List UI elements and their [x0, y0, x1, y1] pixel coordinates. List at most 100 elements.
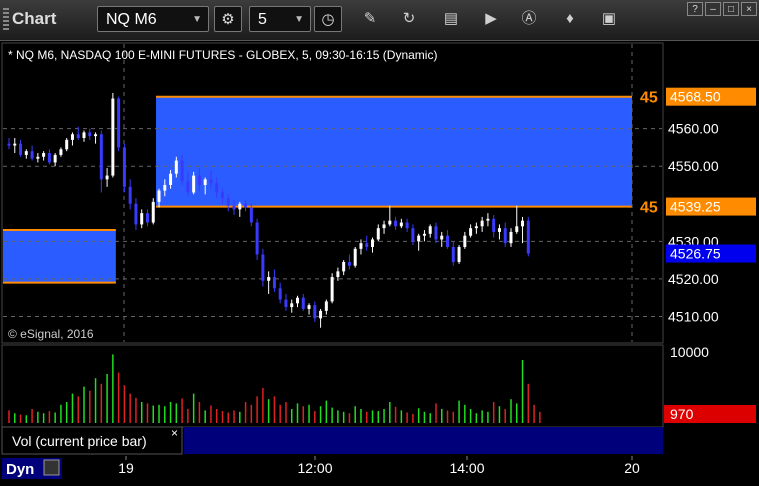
chart-header: * NQ M6, NASDAQ 100 E-MINI FUTURES - GLO…: [8, 48, 437, 62]
candle-body: [342, 261, 346, 272]
alert-icon[interactable]: Ⓐ: [516, 6, 542, 32]
candle-body: [53, 154, 57, 163]
price-chart[interactable]: * NQ M6, NASDAQ 100 E-MINI FUTURES - GLO…: [0, 41, 759, 456]
candle-body: [82, 132, 86, 139]
candle-body: [330, 277, 334, 302]
maximize-button[interactable]: □: [723, 2, 739, 16]
candle-body: [301, 297, 305, 309]
candle-body: [255, 222, 259, 255]
candle-body: [440, 235, 444, 240]
candle-body: [7, 143, 11, 146]
candle-body: [99, 134, 103, 180]
price-marker: 45: [640, 90, 658, 107]
candle-body: [226, 198, 230, 206]
indicator-tab-label: Vol (current price bar): [12, 433, 147, 449]
clock-icon[interactable]: ◷: [314, 6, 342, 32]
candle-body: [371, 239, 375, 247]
drag-grip[interactable]: [3, 8, 9, 30]
candle-body: [486, 218, 490, 221]
lock-icon[interactable]: [43, 459, 60, 476]
candle-body: [13, 143, 17, 146]
candle-body: [521, 220, 525, 227]
interval-select[interactable]: 5 ▼: [249, 6, 311, 32]
candle-body: [492, 218, 496, 232]
candle-body: [249, 207, 253, 223]
candle-body: [394, 220, 398, 227]
candle-body: [128, 186, 132, 204]
candle-body: [313, 305, 317, 319]
price-label-text: 4568.50: [670, 89, 721, 105]
gear-icon[interactable]: ⚙: [214, 6, 242, 32]
candle-body: [174, 160, 178, 174]
candle-body: [145, 213, 149, 223]
candle-body: [463, 235, 467, 247]
candle-body: [209, 179, 213, 184]
window-title: Chart: [12, 9, 57, 28]
chevron-down-icon: ▼: [192, 14, 202, 25]
formula-icon[interactable]: ▤: [438, 6, 464, 32]
volume-top-label: 10000: [670, 344, 709, 360]
tag-icon[interactable]: ♦: [557, 6, 583, 32]
window-icon[interactable]: ▣: [596, 6, 622, 32]
help-button[interactable]: ?: [687, 2, 703, 16]
candle-body: [267, 277, 271, 281]
candle-body: [272, 277, 276, 289]
close-button[interactable]: ×: [741, 2, 757, 16]
zone-1: [3, 230, 116, 283]
candle-body: [480, 220, 484, 227]
candle-body: [169, 173, 173, 185]
time-axis: Dyn 19 12:00 14:00 20: [0, 456, 759, 481]
candle-body: [474, 226, 478, 229]
watermark: © eSignal, 2016: [8, 327, 94, 341]
candle-body: [411, 228, 415, 242]
candle-body: [180, 160, 184, 182]
chart-window: Chart NQ M6 ▼ ⚙ 5 ▼ ◷ ✎ ↻ ▤ ▶ Ⓐ ♦ ▣ ? – …: [0, 0, 759, 481]
candle-body: [278, 288, 282, 300]
candle-body: [105, 175, 109, 180]
x-tick-label: 12:00: [297, 460, 332, 476]
play-icon[interactable]: ▶: [478, 6, 504, 32]
candle-body: [422, 233, 426, 236]
candle-body: [47, 153, 51, 163]
candle-body: [451, 246, 455, 262]
candle-body: [192, 175, 196, 193]
candle-body: [19, 143, 23, 155]
candle-body: [70, 134, 74, 140]
candle-body: [36, 156, 40, 159]
y-tick-label: 4560.00: [668, 121, 719, 137]
candle-body: [457, 246, 461, 262]
candle-body: [244, 203, 248, 208]
interval-value: 5: [258, 11, 267, 28]
candle-body: [134, 203, 138, 225]
candle-body: [382, 224, 386, 229]
symbol-value: NQ M6: [106, 11, 157, 28]
candle-body: [526, 220, 530, 254]
candle-body: [446, 235, 450, 247]
symbol-select[interactable]: NQ M6 ▼: [97, 6, 209, 32]
minimize-button[interactable]: –: [705, 2, 721, 16]
bottom-bar: Dyn 19 12:00 14:00 20: [0, 456, 759, 481]
price-marker: 45: [640, 200, 658, 217]
indicator-close-icon[interactable]: ×: [171, 426, 178, 440]
candle-body: [197, 175, 201, 185]
y-tick-label: 4510.00: [668, 308, 719, 324]
pencil-icon[interactable]: ✎: [357, 6, 383, 32]
candle-body: [203, 179, 207, 185]
candle-body: [261, 254, 265, 281]
x-tick-label: 20: [624, 460, 640, 476]
price-label-text: 4539.25: [670, 199, 721, 215]
candle-body: [503, 228, 507, 244]
candle-body: [399, 222, 403, 227]
candle-body: [515, 226, 519, 232]
candle-body: [284, 299, 288, 308]
candle-body: [428, 226, 432, 234]
candle-body: [290, 303, 294, 308]
time-axis-bg: [0, 456, 759, 481]
candle-body: [497, 228, 501, 232]
candle-body: [359, 243, 363, 249]
refresh-icon[interactable]: ↻: [396, 6, 422, 32]
volume-current-label: 970: [670, 406, 694, 422]
candle-body: [405, 222, 409, 229]
candle-body: [469, 228, 473, 236]
candle-body: [157, 190, 161, 202]
